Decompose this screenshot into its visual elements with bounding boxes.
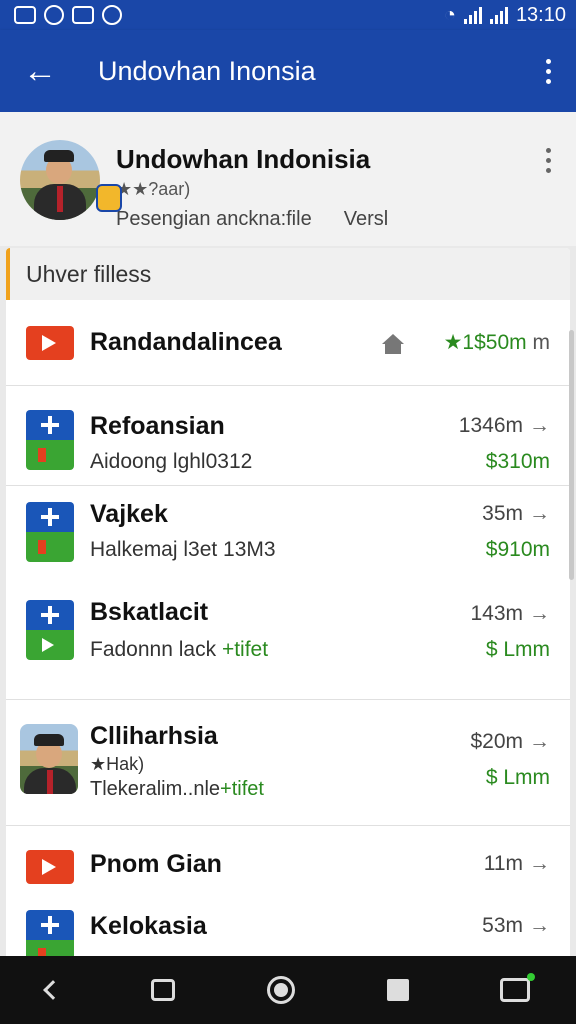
home-icon[interactable] xyxy=(266,976,295,1004)
item-value: ★1$50m m xyxy=(443,331,550,354)
app-icon xyxy=(72,6,94,24)
item-subtitle: Aidoong lghl0312 xyxy=(90,450,253,473)
item-distance: $20m → xyxy=(470,730,550,753)
avatar[interactable] xyxy=(20,140,100,220)
list-item[interactable]: Vajkek Halkemaj l3et 13M3 35m → $910m xyxy=(6,486,570,586)
item-distance: 53m → xyxy=(482,914,550,937)
app-bar: ← Undovhan Inonsia xyxy=(0,30,576,112)
profile-subtitle: Pesengian anckna:file xyxy=(116,208,312,230)
item-title: Pnom Gian xyxy=(90,850,222,878)
scrollbar[interactable] xyxy=(569,330,574,580)
arrow-left-icon[interactable]: ← xyxy=(0,54,80,88)
navigation-bar xyxy=(0,956,576,1024)
signal-icon xyxy=(463,6,482,24)
list-item[interactable]: Clliharhsia ★Hak) Tlekeralim..nle+tifet … xyxy=(6,700,570,826)
more-vert-icon[interactable] xyxy=(520,58,576,84)
list-item[interactable]: Pnom Gian 11m → xyxy=(6,826,570,906)
item-title: Randandalincea xyxy=(90,328,282,356)
item-distance: 35m → xyxy=(482,502,550,525)
cast-icon[interactable] xyxy=(500,973,536,1002)
wifi-icon: ◔ xyxy=(443,3,456,26)
profile-card: Undowhan Indonisia ★★?aar) Pesengian anc… xyxy=(0,112,576,246)
back-icon[interactable] xyxy=(42,980,63,1000)
app-bar-title: Undovhan Inonsia xyxy=(98,55,316,86)
item-distance: 143m → xyxy=(470,602,550,625)
recent-apps-icon[interactable] xyxy=(151,979,176,1001)
home-icon xyxy=(382,334,404,354)
video-icon xyxy=(26,850,74,884)
app-tile-icon xyxy=(26,502,74,562)
item-price: $ Lmm xyxy=(485,638,550,661)
item-title: Kelokasia xyxy=(90,912,207,940)
bird-icon xyxy=(102,5,122,25)
list-item[interactable]: Refoansian Aidoong lghl0312 1346m → $310m xyxy=(6,386,570,486)
item-price: $310m xyxy=(485,450,550,473)
content-panel: Uhver filless Randandalincea ★1$50m m Re… xyxy=(6,248,570,968)
gallery-icon xyxy=(14,6,36,24)
item-distance: 11m → xyxy=(483,852,550,875)
video-icon xyxy=(26,326,74,360)
status-bar: ◔ 13:10 xyxy=(0,0,576,30)
person-avatar xyxy=(20,724,78,794)
app-tile-icon xyxy=(26,410,74,470)
item-title: Refoansian xyxy=(90,412,225,440)
profile-name: Undowhan Indonisia xyxy=(116,144,371,174)
item-price: $ Lmm xyxy=(485,766,550,789)
item-price: $910m xyxy=(485,538,550,561)
clock-time: 13:10 xyxy=(515,3,566,26)
item-title: Vajkek xyxy=(90,500,168,528)
app-tile-icon xyxy=(26,600,74,660)
signal-icon xyxy=(489,6,508,24)
list-item[interactable]: Bskatlacit Fadonnn lack +tifet 143m → $ L… xyxy=(6,586,570,700)
overview-icon[interactable] xyxy=(386,979,409,1001)
profile-more-icon[interactable] xyxy=(520,148,576,173)
list-item[interactable]: Randandalincea ★1$50m m xyxy=(6,300,570,386)
clock-icon xyxy=(44,5,64,25)
item-subtitle: Fadonnn lack +tifet xyxy=(90,638,269,661)
item-distance: 1346m → xyxy=(458,414,550,437)
item-rating: ★Hak) xyxy=(90,754,145,774)
profile-rating: ★★?aar) xyxy=(116,179,191,199)
section-header: Uhver filless xyxy=(6,248,570,300)
item-subtitle: Halkemaj l3et 13M3 xyxy=(90,538,276,561)
badge-icon xyxy=(96,184,122,212)
item-title: Bskatlacit xyxy=(90,598,209,626)
item-title: Clliharhsia xyxy=(90,722,218,750)
profile-subtitle-extra: Versl xyxy=(343,208,389,230)
item-subtitle: Tlekeralim..nle+tifet xyxy=(90,778,264,800)
